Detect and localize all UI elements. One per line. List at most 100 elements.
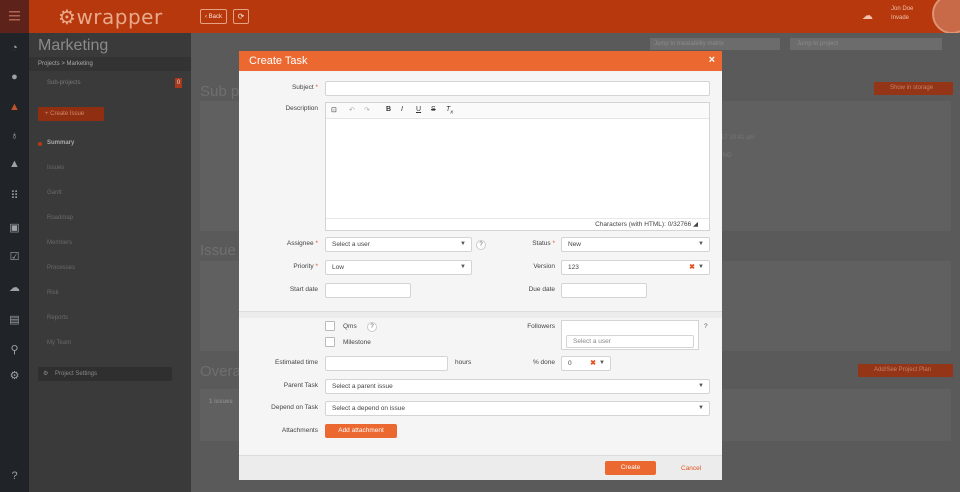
jump-traceability-select[interactable]: Jump to traceability matrix: [650, 38, 780, 50]
due-date-input[interactable]: [561, 283, 647, 298]
italic-icon[interactable]: I: [401, 106, 403, 113]
calendar-icon[interactable]: ▣: [6, 221, 23, 235]
gear-logo-icon: ⚙: [58, 5, 77, 29]
done-select[interactable]: 0 ✖ ▼: [561, 356, 611, 371]
hamburger-icon[interactable]: [0, 0, 29, 33]
create-button[interactable]: Create: [605, 461, 656, 475]
logo-text: wrapper: [76, 5, 163, 29]
nav-item-members[interactable]: Members: [47, 240, 72, 246]
chevron-down-icon: ▼: [698, 405, 704, 411]
clear-format-icon[interactable]: Tx: [446, 106, 453, 115]
version-select[interactable]: 123 ✖ ▼: [561, 260, 710, 275]
refresh-icon: ⟳: [237, 12, 245, 21]
back-button[interactable]: ‹ Back: [200, 9, 227, 24]
app-logo[interactable]: ⚙wrapper: [58, 5, 163, 29]
priority-select[interactable]: Low ▼: [325, 260, 472, 275]
undo-icon[interactable]: ↶: [349, 106, 355, 114]
user-name: Jon Doe: [891, 6, 914, 12]
breadcrumb[interactable]: Projects > Marketing: [29, 57, 191, 71]
nav-item-issues[interactable]: Issues: [47, 165, 64, 171]
chevron-down-icon: ▼: [698, 241, 704, 247]
badge-icon[interactable]: ♁: [6, 129, 23, 143]
parent-task-select[interactable]: Select a parent issue ▼: [325, 379, 710, 394]
underline-icon[interactable]: U: [416, 106, 421, 113]
refresh-button[interactable]: ⟳: [233, 9, 249, 24]
nav-item-reports[interactable]: Reports: [47, 315, 68, 321]
project-title: Marketing: [38, 37, 109, 54]
strikethrough-icon[interactable]: S: [431, 106, 436, 113]
version-value: 123: [568, 264, 579, 271]
followers-input[interactable]: Select a user: [566, 335, 694, 348]
dashboard-icon[interactable]: ◔: [6, 41, 23, 55]
nav-item-my-team[interactable]: My Team: [47, 340, 71, 346]
checklist-icon[interactable]: ☑: [6, 250, 23, 264]
cancel-button[interactable]: Cancel: [681, 465, 701, 472]
milestone-label: Milestone: [343, 339, 371, 346]
chevron-down-icon: ▼: [599, 360, 605, 366]
subprojects-link[interactable]: Sub-projects: [47, 80, 81, 86]
close-icon[interactable]: ×: [709, 54, 715, 66]
assignee-select[interactable]: Select a user ▼: [325, 237, 472, 252]
clear-icon[interactable]: ✖: [689, 261, 695, 274]
warning-icon[interactable]: ▲: [6, 157, 23, 171]
add-attachment-button[interactable]: Add attachment: [325, 424, 397, 438]
bold-icon[interactable]: B: [386, 106, 391, 113]
depend-on-task-select[interactable]: Select a depend on issue ▼: [325, 401, 710, 416]
project-settings-label: Project Settings: [55, 371, 98, 377]
grid-icon[interactable]: ⠿: [6, 189, 23, 203]
attachments-label: Attachments: [281, 427, 318, 434]
search-icon[interactable]: ⚲: [6, 343, 23, 357]
start-date-label: Start date: [289, 286, 318, 293]
depend-on-value: Select a depend on issue: [332, 405, 405, 412]
char-count: Characters (with HTML): 0/32766 ◢: [326, 218, 709, 230]
assignee-label: Assignee *: [286, 240, 318, 247]
menu-strip[interactable]: [0, 0, 29, 33]
estimated-time-input[interactable]: [325, 356, 448, 371]
help-icon[interactable]: ?: [6, 469, 23, 483]
qms-help-icon[interactable]: ?: [367, 322, 377, 332]
parent-task-value: Select a parent issue: [332, 383, 393, 390]
description-label: Description: [285, 105, 318, 112]
followers-help-icon[interactable]: ?: [704, 323, 708, 330]
jump-project-select[interactable]: Jump to project: [790, 38, 942, 50]
due-date-label: Due date: [528, 286, 555, 293]
show-in-storage-button[interactable]: Show in storage: [874, 82, 953, 95]
project-settings-button[interactable]: ⚙ Project Settings: [38, 367, 172, 381]
cloud-icon[interactable]: ☁: [6, 281, 23, 295]
source-icon[interactable]: ⊡: [331, 106, 337, 114]
create-issue-button[interactable]: + Create Issue: [38, 107, 104, 121]
status-value: New: [568, 241, 582, 248]
project-nav: Marketing Projects > Marketing Sub-proje…: [29, 33, 191, 492]
clear-icon[interactable]: ✖: [590, 357, 596, 370]
nav-item-summary[interactable]: Summary: [37, 140, 74, 146]
status-select[interactable]: New ▼: [561, 237, 710, 252]
subprojects-section-title: Sub pr: [200, 83, 245, 100]
nav-item-roadmap[interactable]: Roadmap: [47, 215, 73, 221]
add-project-plan-button[interactable]: Add/See Project Plan: [858, 364, 953, 377]
gear-icon: ⚙: [43, 371, 49, 377]
nav-item-processes[interactable]: Processes: [47, 265, 75, 271]
assignee-help-icon[interactable]: ?: [476, 240, 486, 250]
start-date-input[interactable]: [325, 283, 411, 298]
cloud-upload-icon[interactable]: ☁: [862, 9, 878, 22]
description-editor[interactable]: ⊡ ↶ ↷ B I U S Tx Characters (with HTML):…: [325, 102, 710, 231]
avatar[interactable]: [932, 0, 960, 34]
chevron-down-icon: ▼: [698, 264, 704, 270]
nav-item-gantt[interactable]: Gantt: [47, 190, 62, 196]
version-label: Version: [533, 263, 555, 270]
estimated-time-label: Estimated time: [275, 359, 318, 366]
followers-box[interactable]: Select a user: [561, 320, 699, 350]
qms-checkbox[interactable]: [325, 321, 335, 331]
redo-icon[interactable]: ↷: [364, 106, 370, 114]
nav-item-risk[interactable]: Risk: [47, 290, 59, 296]
user-info[interactable]: Jon Doe Invade: [891, 5, 913, 23]
milestone-checkbox[interactable]: [325, 337, 335, 347]
chat-icon[interactable]: ●: [6, 70, 23, 84]
projects-icon[interactable]: ▲: [6, 100, 23, 114]
document-icon[interactable]: ▤: [6, 313, 23, 327]
settings-icon[interactable]: ⚙: [6, 369, 23, 383]
issues-count-text: 1 issues: [209, 399, 233, 405]
dialog-header: Create Task ×: [239, 51, 722, 71]
subject-input[interactable]: [325, 81, 710, 96]
priority-value: Low: [332, 264, 344, 271]
